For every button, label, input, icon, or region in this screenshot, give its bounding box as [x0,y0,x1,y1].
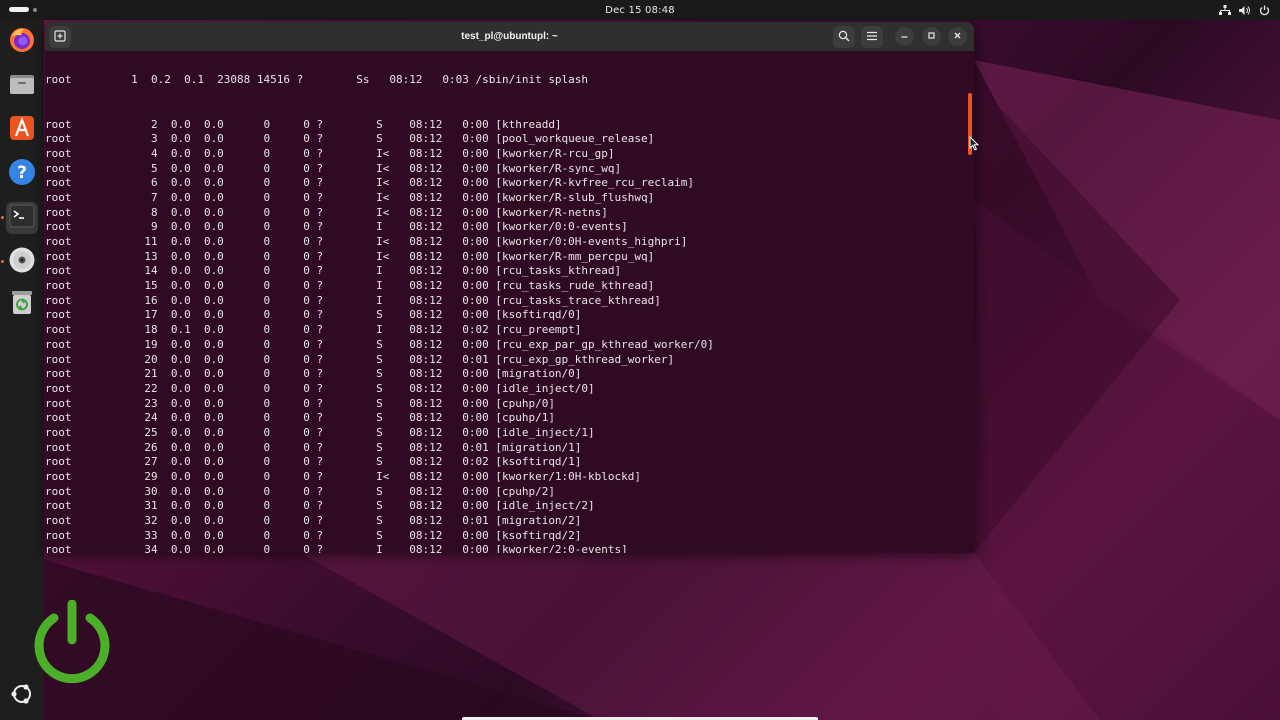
close-button[interactable] [948,27,967,46]
process-row: root 14 0.0 0.0 0 0 ? I 08:12 0:00 [rcu_… [45,264,622,278]
clock[interactable]: Dec 15 08:48 [605,5,675,16]
process-row: root 3 0.0 0.0 0 0 ? S 08:12 0:00 [pool_… [45,132,655,146]
dock-item-terminal[interactable] [6,202,38,234]
maximize-icon [927,31,936,43]
terminal-icon [9,204,35,232]
firefox-icon [8,26,36,58]
files-icon [8,70,36,102]
close-icon [953,31,962,43]
dock-item-help[interactable]: ? [6,158,38,190]
dock-item-trash[interactable] [6,288,38,320]
process-row: root 5 0.0 0.0 0 0 ? I< 08:12 0:00 [kwor… [45,161,622,175]
process-row: root 9 0.0 0.0 0 0 ? I 08:12 0:00 [kwork… [45,220,628,234]
window-title: test_pl@ubuntupl: ~ [461,31,558,42]
new-tab-button[interactable] [49,26,71,48]
disc-icon [8,246,36,278]
process-row: root 27 0.0 0.0 0 0 ? S 08:12 0:02 [ksof… [45,455,582,469]
svg-text:?: ? [17,163,27,183]
running-indicator [1,216,4,219]
mouse-cursor-icon [969,135,980,155]
process-row: root 30 0.0 0.0 0 0 ? S 08:12 0:00 [cpuh… [45,484,555,498]
network-icon [1219,4,1231,16]
dock-item-disc[interactable] [6,246,38,278]
trash-icon [9,288,35,320]
terminal-line-partial: root 1 0.2 0.1 23088 14516 ? Ss 08:12 0:… [45,73,589,87]
volume-icon [1239,5,1251,16]
system-tray[interactable] [1219,3,1270,17]
help-icon: ? [8,158,36,190]
process-row: root 29 0.0 0.0 0 0 ? I< 08:12 0:00 [kwo… [45,470,642,483]
process-row: root 15 0.0 0.0 0 0 ? I 08:12 0:00 [rcu_… [45,279,655,293]
process-list: root 1 0.2 0.1 23088 14516 ? Ss 08:12 0:… [45,51,714,553]
process-row: root 11 0.0 0.0 0 0 ? I< 08:12 0:00 [kwo… [45,235,688,248]
process-row: root 18 0.1 0.0 0 0 ? I 08:12 0:02 [rcu_… [45,323,582,337]
process-row: root 19 0.0 0.0 0 0 ? S 08:12 0:00 [rcu_… [45,337,714,351]
search-icon [838,30,850,45]
process-row: root 21 0.0 0.0 0 0 ? S 08:12 0:00 [migr… [45,367,582,381]
process-row: root 13 0.0 0.0 0 0 ? I< 08:12 0:00 [kwo… [45,249,655,263]
menu-button[interactable] [861,26,883,48]
activities-indicator[interactable] [9,7,37,12]
power-menu-icon [1259,5,1270,16]
window-titlebar[interactable]: test_pl@ubuntupl: ~ [45,22,974,51]
process-row: root 17 0.0 0.0 0 0 ? S 08:12 0:00 [ksof… [45,308,582,322]
process-row: root 4 0.0 0.0 0 0 ? I< 08:12 0:00 [kwor… [45,146,615,160]
process-row: root 32 0.0 0.0 0 0 ? S 08:12 0:01 [migr… [45,514,582,528]
power-logo-icon [28,599,116,692]
terminal-output[interactable]: root 1 0.2 0.1 23088 14516 ? Ss 08:12 0:… [45,51,974,553]
minimize-icon [900,31,909,43]
process-row: root 23 0.0 0.0 0 0 ? S 08:12 0:00 [cpuh… [45,396,555,410]
process-row: root 31 0.0 0.0 0 0 ? S 08:12 0:00 [idle… [45,499,595,513]
search-button[interactable] [833,26,855,48]
process-row: root 16 0.0 0.0 0 0 ? I 08:12 0:00 [rcu_… [45,293,661,307]
dock-item-files[interactable] [6,70,38,102]
process-row: root 6 0.0 0.0 0 0 ? I< 08:12 0:00 [kwor… [45,176,695,190]
workspace-dot [33,7,37,12]
process-row: root 20 0.0 0.0 0 0 ? S 08:12 0:01 [rcu_… [45,352,675,366]
process-row: root 25 0.0 0.0 0 0 ? S 08:12 0:00 [idle… [45,425,595,439]
process-row: root 7 0.0 0.0 0 0 ? I< 08:12 0:00 [kwor… [45,190,655,204]
terminal-window[interactable]: test_pl@ubuntupl: ~ root 1 0.2 0.1 23088… [45,22,974,553]
process-row: root 24 0.0 0.0 0 0 ? S 08:12 0:00 [cpuh… [45,411,555,425]
process-row: root 33 0.0 0.0 0 0 ? S 08:12 0:00 [ksof… [45,528,582,542]
dock-item-firefox[interactable] [6,26,38,58]
app-center-icon [8,114,36,146]
maximize-button[interactable] [922,27,941,46]
new-tab-icon [54,29,66,45]
minimize-button[interactable] [895,27,914,46]
process-row: root 34 0.0 0.0 0 0 ? I 08:12 0:00 [kwor… [45,543,628,553]
running-indicator-disc [1,260,4,263]
workspace-active-pill [9,7,29,12]
process-row: root 22 0.0 0.0 0 0 ? S 08:12 0:00 [idle… [45,381,595,395]
top-bar: Dec 15 08:48 [0,0,1280,20]
dock-item-app-center[interactable] [6,114,38,146]
hamburger-menu-icon [866,31,878,44]
process-row: root 26 0.0 0.0 0 0 ? S 08:12 0:01 [migr… [45,440,582,454]
process-row: root 2 0.0 0.0 0 0 ? S 08:12 0:00 [kthre… [45,117,562,131]
process-row: root 8 0.0 0.0 0 0 ? I< 08:12 0:00 [kwor… [45,205,608,219]
